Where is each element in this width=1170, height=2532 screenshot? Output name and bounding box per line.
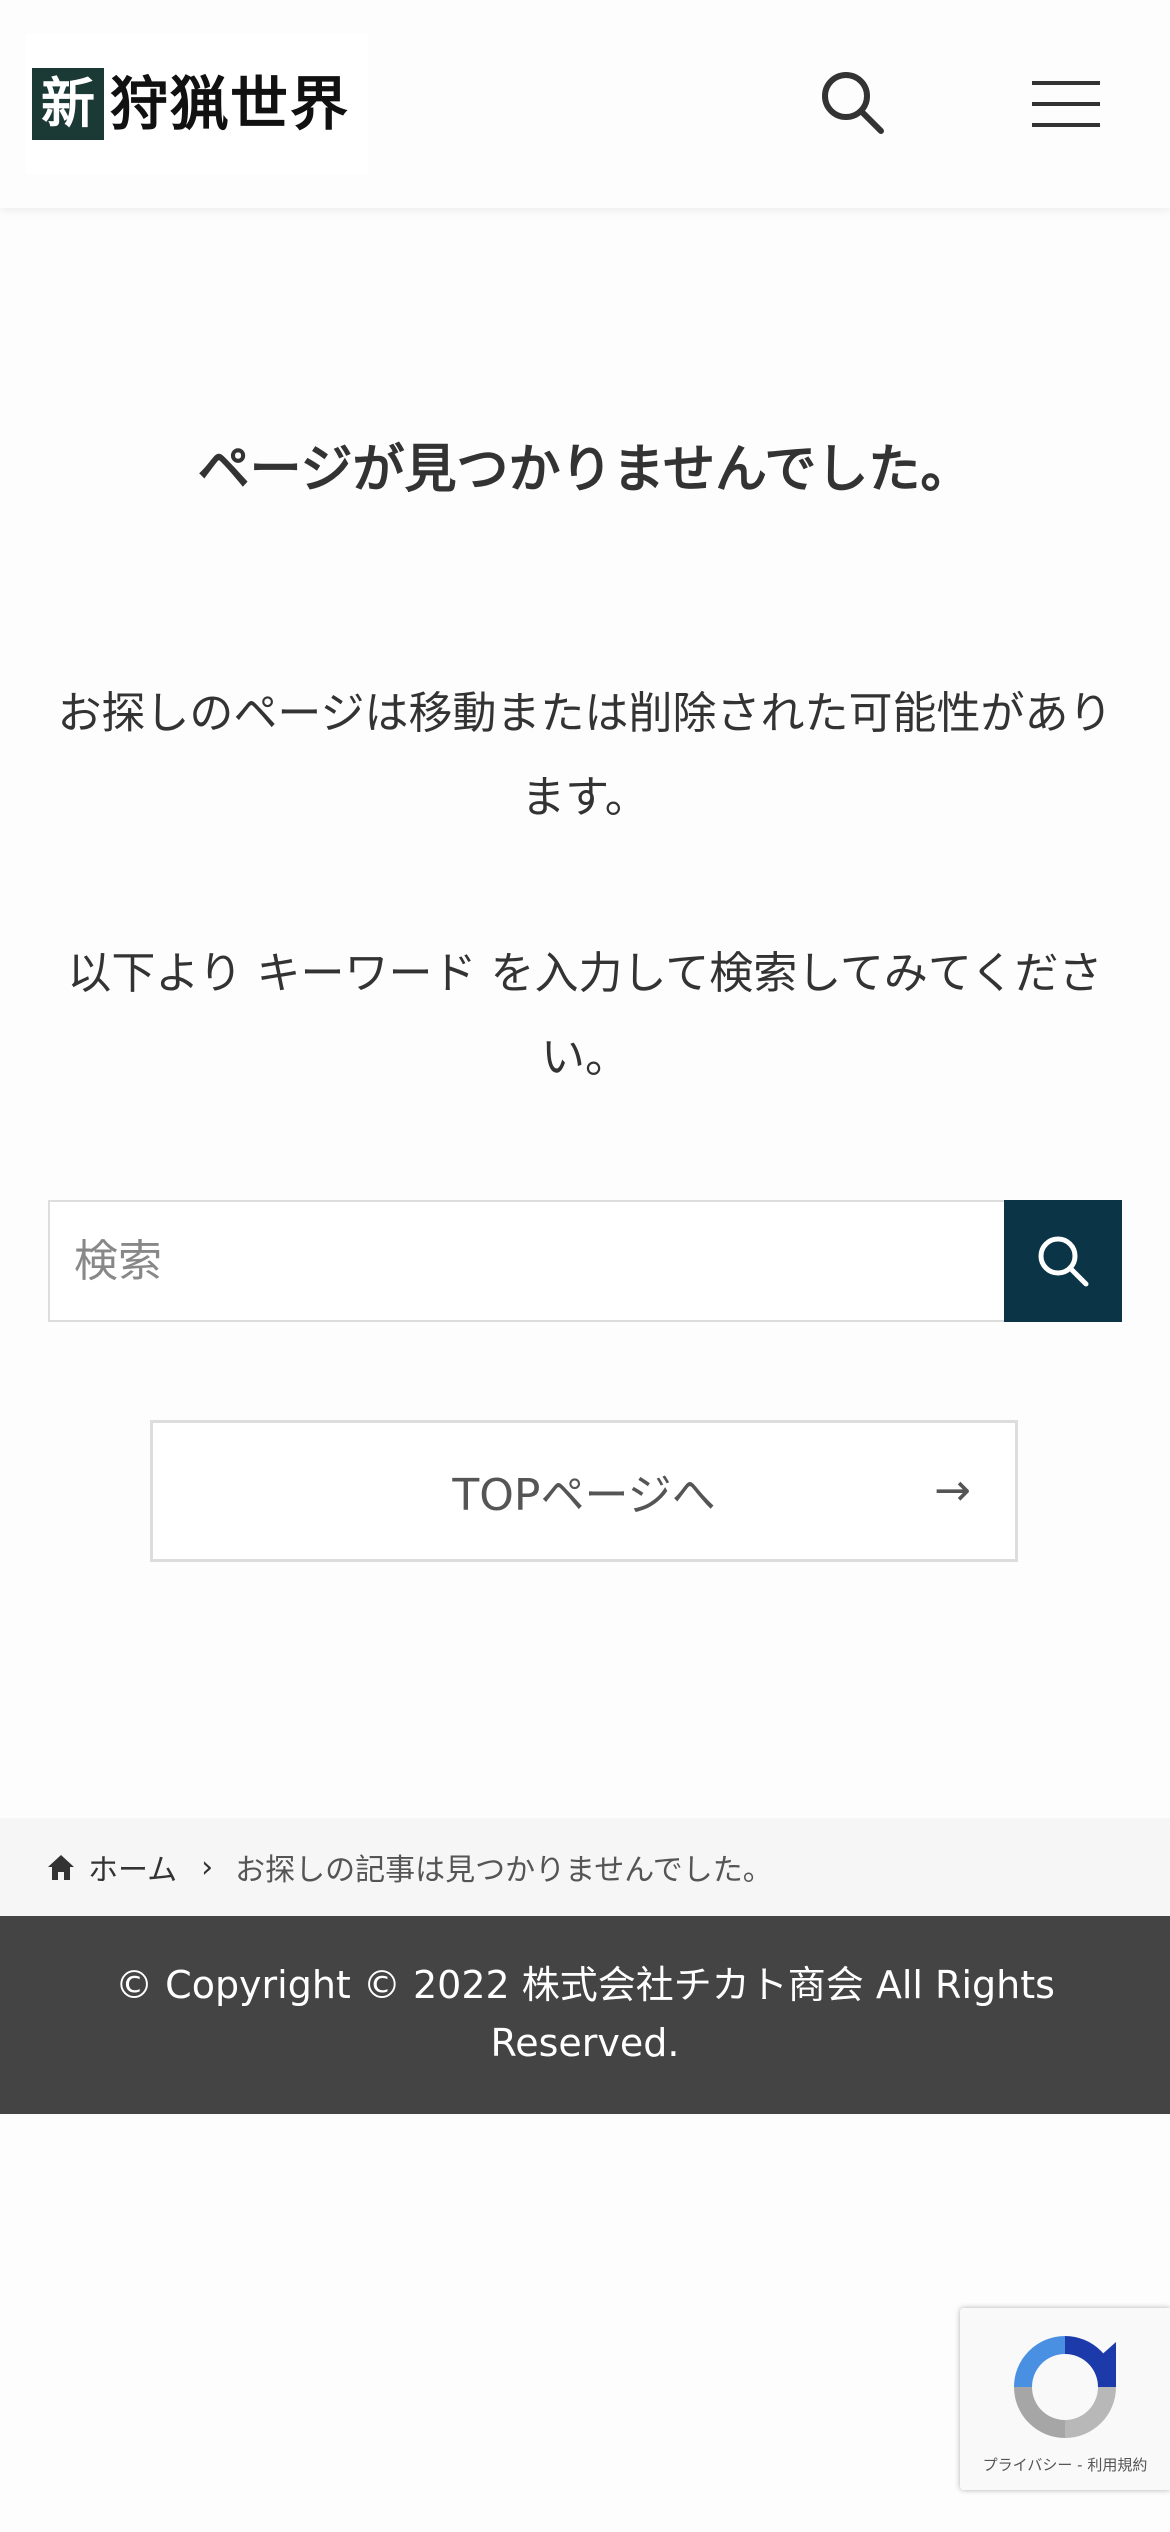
site-footer: © Copyright © 2022 株式会社チカト商会 All Rights … (0, 1916, 1170, 2114)
copyright-text: © Copyright © 2022 株式会社チカト商会 All Rights … (115, 1963, 1055, 2065)
page-title: ページが見つかりませんでした。 (197, 439, 973, 500)
chevron-right-icon: › (201, 1849, 214, 1885)
home-icon (48, 1855, 74, 1880)
logo-text: 狩猟世界 (110, 70, 351, 138)
recaptcha-icon (1014, 2336, 1116, 2438)
breadcrumb-home-link[interactable]: ホーム (46, 1845, 177, 1889)
logo-badge: 新 (32, 68, 104, 140)
search-icon (1038, 1236, 1089, 1287)
search-instruction: 以下より キーワード を入力して検索してみてください。 (67, 948, 1103, 1083)
search-submit-button[interactable] (1004, 1200, 1122, 1322)
search-input[interactable] (48, 1200, 1004, 1322)
recaptcha-links[interactable]: プライバシー - 利用規約 (960, 2454, 1170, 2475)
arrow-right-icon: → (934, 1465, 971, 1516)
breadcrumb-current: お探しの記事は見つかりませんでした。 (235, 1853, 773, 1888)
header-menu-button[interactable] (1022, 64, 1110, 144)
hamburger-menu-icon (1032, 81, 1100, 127)
breadcrumb: ホーム › お探しの記事は見つかりませんでした。 (0, 1818, 1170, 1916)
recaptcha-badge[interactable]: プライバシー - 利用規約 (960, 2308, 1170, 2490)
site-logo[interactable]: 新 狩猟世界 (26, 34, 368, 174)
header-search-button[interactable] (812, 62, 892, 142)
breadcrumb-home-label: ホーム (88, 1853, 178, 1888)
not-found-message: お探しのページは移動または削除された可能性があります。 (57, 688, 1113, 823)
top-page-button-label: TOPページへ (452, 1470, 716, 1521)
site-header: 新 狩猟世界 (0, 0, 1170, 208)
search-form (48, 1200, 1122, 1322)
top-page-button[interactable]: TOPページへ → (150, 1420, 1018, 1562)
search-icon (822, 72, 884, 134)
